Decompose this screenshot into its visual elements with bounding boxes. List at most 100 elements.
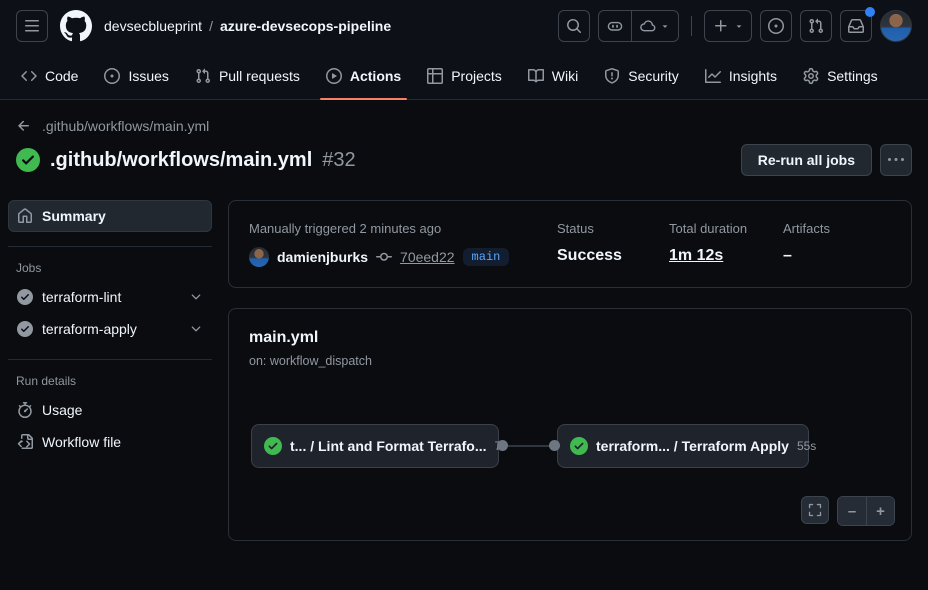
fullscreen-button[interactable]	[801, 496, 829, 524]
sidebar-item-usage[interactable]: Usage	[8, 394, 212, 426]
sidebar-item-label: Workflow file	[42, 434, 121, 450]
git-pull-request-icon	[808, 18, 824, 34]
zoom-control-group: – +	[837, 496, 895, 526]
run-main-column: Manually triggered 2 minutes ago damienj…	[228, 200, 912, 541]
job-node-terraform-lint[interactable]: t... / Lint and Format Terrafo... 7s	[251, 424, 499, 468]
job-name: terraform-lint	[42, 289, 121, 305]
tab-wiki[interactable]: Wiki	[518, 52, 588, 99]
workflow-trigger: on: workflow_dispatch	[249, 354, 891, 368]
success-check-icon	[17, 289, 33, 305]
tab-issues[interactable]: Issues	[94, 52, 178, 99]
workflow-name: main.yml	[249, 329, 891, 347]
sidebar-item-summary[interactable]: Summary	[8, 200, 212, 232]
create-new-button[interactable]	[704, 10, 752, 42]
user-avatar[interactable]	[880, 10, 912, 42]
sidebar-item-workflow-file[interactable]: Workflow file	[8, 426, 212, 458]
tab-code[interactable]: Code	[11, 52, 88, 99]
rerun-all-jobs-button[interactable]: Re-run all jobs	[741, 144, 872, 176]
copilot-button-group	[598, 10, 679, 42]
success-check-icon	[16, 148, 40, 172]
tab-security[interactable]: Security	[594, 52, 689, 99]
job-node-terraform-apply[interactable]: terraform... / Terraform Apply 55s	[557, 424, 809, 468]
sidebar-job-terraform-apply[interactable]: terraform-apply	[8, 313, 212, 345]
stopwatch-icon	[17, 402, 33, 418]
notifications-button[interactable]	[840, 10, 872, 42]
tab-insights[interactable]: Insights	[695, 52, 787, 99]
tab-label: Wiki	[552, 68, 578, 84]
run-sidebar: Summary Jobs terraform-lint terraform-ap…	[0, 200, 228, 458]
issue-opened-icon	[104, 68, 120, 84]
zoom-out-button[interactable]: –	[838, 497, 866, 525]
header-actions	[558, 10, 912, 42]
artifacts-value: –	[783, 247, 891, 265]
chevron-down-icon[interactable]	[189, 290, 203, 304]
tab-label: Actions	[350, 68, 401, 84]
run-details-heading: Run details	[8, 374, 212, 388]
artifacts-column: Artifacts –	[783, 221, 891, 267]
sidebar-item-label: Usage	[42, 402, 82, 418]
duration-column: Total duration 1m 12s	[669, 221, 783, 267]
tab-pull-requests[interactable]: Pull requests	[185, 52, 310, 99]
artifacts-label: Artifacts	[783, 221, 891, 236]
search-button[interactable]	[558, 10, 590, 42]
commit-sha-link[interactable]: 70eed22	[400, 249, 455, 265]
success-check-icon	[570, 437, 588, 455]
repo-owner-link[interactable]: devsecblueprint	[104, 18, 202, 34]
cloud-icon	[640, 18, 656, 34]
success-check-icon	[264, 437, 282, 455]
duration-label: Total duration	[669, 221, 783, 236]
trigger-text: Manually triggered 2 minutes ago	[249, 221, 557, 236]
chevron-down-icon[interactable]	[189, 322, 203, 336]
run-number: #32	[322, 149, 355, 172]
github-logo-icon[interactable]	[60, 10, 92, 42]
code-icon	[21, 68, 37, 84]
run-content: Summary Jobs terraform-lint terraform-ap…	[0, 200, 928, 541]
run-title-row: .github/workflows/main.yml #32 Re-run al…	[16, 144, 912, 176]
tab-label: Issues	[128, 68, 168, 84]
sidebar-divider	[8, 359, 212, 360]
project-icon	[427, 68, 443, 84]
actor-row: damienjburks 70eed22 main	[249, 247, 557, 267]
shield-icon	[604, 68, 620, 84]
duration-value-link[interactable]: 1m 12s	[669, 247, 783, 265]
sidebar-item-label: Summary	[42, 208, 106, 224]
plus-icon	[713, 18, 729, 34]
repo-name-link[interactable]: azure-devsecops-pipeline	[220, 18, 391, 34]
graph-controls: – +	[801, 496, 895, 526]
back-arrow-icon[interactable]	[16, 118, 32, 134]
workflow-breadcrumb: .github/workflows/main.yml	[16, 118, 912, 134]
run-options-button[interactable]	[880, 144, 912, 176]
copilot-menu-button[interactable]	[631, 11, 678, 41]
tab-settings[interactable]: Settings	[793, 52, 888, 99]
graph-edge-dot	[497, 440, 508, 451]
branch-badge[interactable]: main	[463, 248, 510, 266]
breadcrumb: devsecblueprint / azure-devsecops-pipeli…	[104, 18, 391, 34]
pull-requests-dashboard-button[interactable]	[800, 10, 832, 42]
workflow-breadcrumb-link[interactable]: .github/workflows/main.yml	[42, 118, 209, 134]
issue-opened-icon	[768, 18, 784, 34]
tab-actions[interactable]: Actions	[316, 52, 411, 99]
graph-edge-line	[503, 445, 554, 447]
caret-down-icon	[660, 21, 670, 31]
app-header: devsecblueprint / azure-devsecops-pipeli…	[0, 0, 928, 52]
issues-dashboard-button[interactable]	[760, 10, 792, 42]
success-check-icon	[17, 321, 33, 337]
fullscreen-icon	[808, 503, 822, 517]
tab-label: Settings	[827, 68, 878, 84]
actor-name-link[interactable]: damienjburks	[277, 249, 368, 265]
sidebar-job-terraform-lint[interactable]: terraform-lint	[8, 281, 212, 313]
hamburger-menu-button[interactable]	[16, 10, 48, 42]
job-name: terraform-apply	[42, 321, 137, 337]
status-column: Status Success	[557, 221, 669, 267]
sidebar-divider	[8, 246, 212, 247]
zoom-in-button[interactable]: +	[866, 497, 894, 525]
job-node-label: t... / Lint and Format Terrafo...	[290, 438, 487, 454]
actor-avatar[interactable]	[249, 247, 269, 267]
unread-notification-dot	[865, 7, 875, 17]
run-header: .github/workflows/main.yml .github/workf…	[0, 100, 928, 200]
three-bars-icon	[24, 18, 40, 34]
graph-icon	[705, 68, 721, 84]
run-actions: Re-run all jobs	[741, 144, 912, 176]
tab-projects[interactable]: Projects	[417, 52, 512, 99]
copilot-button[interactable]	[599, 11, 631, 41]
